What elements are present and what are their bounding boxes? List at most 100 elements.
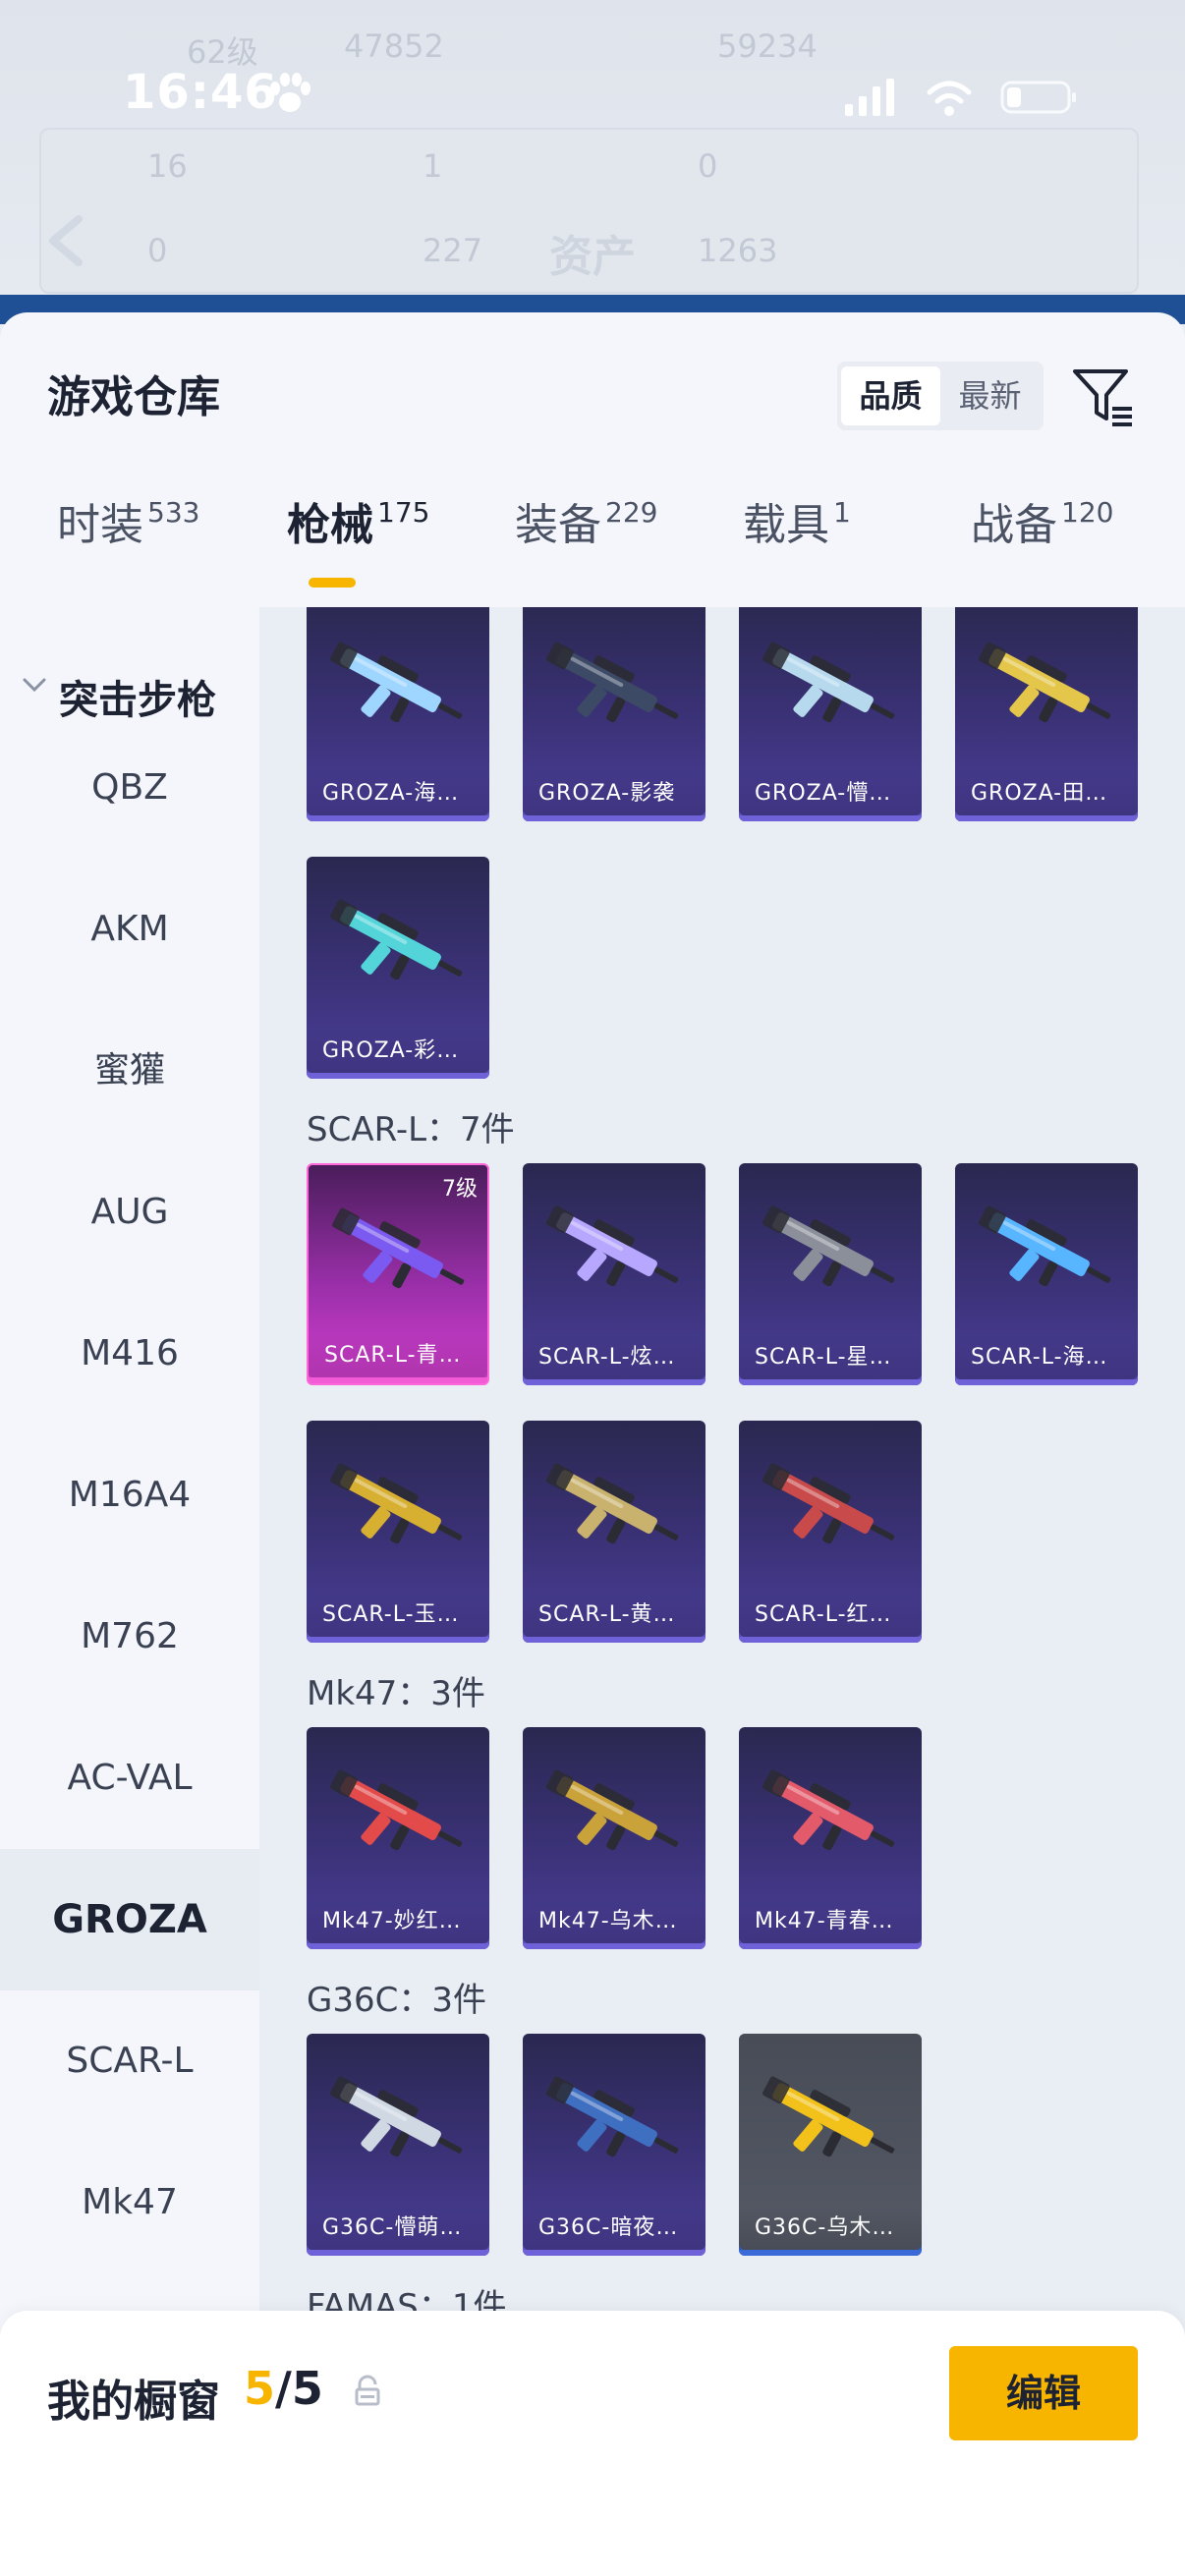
lock-icon (355, 2375, 380, 2406)
weapon-level-badge: 7级 (442, 1177, 478, 1202)
weapon-skin-card[interactable]: Mk47-乌木… (523, 1727, 705, 1949)
section-label: Mk47：3件 (307, 1674, 485, 1713)
weapon-skin-name: SCAR-L-海… (955, 1336, 1138, 1379)
weapon-skin-card[interactable]: SCAR-L-黄… (523, 1421, 705, 1643)
status-icons (845, 79, 1076, 116)
section-label: G36C：3件 (307, 1981, 486, 2020)
weapon-skin-name: SCAR-L-青… (309, 1334, 487, 1377)
weapon-grid: GROZA-海… GROZA-影袭 GROZA-懵… GROZA-田… GROZA-彩…… (259, 607, 1185, 2576)
section-label: SCAR-L：7件 (307, 1110, 515, 1149)
weapon-skin-card[interactable]: SCAR-L-海… (955, 1163, 1138, 1385)
rifle-icon (330, 1463, 463, 1544)
weapon-skin-card[interactable]: GROZA-田… (955, 607, 1138, 821)
sidebar-item[interactable]: 蜜獾 (0, 1000, 259, 1142)
tab-label: 装备 (515, 500, 601, 550)
weapon-skin-name: SCAR-L-星… (739, 1336, 922, 1379)
showcase-label: 我的橱窗 (47, 2377, 220, 2427)
bg-row1-c: 0 (698, 147, 718, 185)
tab-count: 1 (833, 496, 851, 529)
sidebar-item[interactable]: GROZA (0, 1849, 259, 1990)
showcase-bar: 我的橱窗 5/5 编辑 (0, 2311, 1185, 2576)
rifle-icon (546, 1769, 679, 1851)
sidebar-item[interactable]: M16A4 (0, 1425, 259, 1566)
showcase-separator: / (275, 2362, 292, 2415)
rifle-icon (330, 2076, 463, 2157)
tab-supplies[interactable]: 战备 120 (971, 489, 1113, 552)
weapon-skin-card[interactable]: Mk47-青春… (739, 1727, 922, 1949)
category-tabs: 时装 533 枪械 175 装备 229 载具 1 战备 120 (0, 489, 1185, 597)
rifle-icon (330, 899, 463, 980)
weapon-skin-card[interactable]: GROZA-海… (307, 607, 489, 821)
sidebar-item[interactable]: Mk47 (0, 2132, 259, 2273)
sidebar-item[interactable]: M762 (0, 1566, 259, 1708)
weapon-skin-name: GROZA-影袭 (523, 772, 705, 815)
weapon-skin-card[interactable]: G36C-懵萌… (307, 2034, 489, 2256)
tab-vehicles[interactable]: 载具 1 (743, 489, 851, 552)
weapon-skin-name: G36C-暗夜… (523, 2207, 705, 2250)
rifle-icon (546, 2076, 679, 2157)
tab-label: 枪械 (287, 500, 373, 550)
paw-icon (270, 73, 310, 112)
weapon-skin-card[interactable]: SCAR-L-玉… (307, 1421, 489, 1643)
wifi-icon (927, 81, 972, 116)
edit-button[interactable]: 编辑 (949, 2346, 1138, 2440)
tab-count: 533 (147, 496, 200, 529)
sort-quality-button[interactable]: 品质 (841, 366, 940, 425)
weapon-skin-card[interactable]: GROZA-影袭 (523, 607, 705, 821)
weapon-skin-card[interactable]: G36C-乌木… (739, 2034, 922, 2256)
sidebar-item[interactable]: AKM (0, 859, 259, 1000)
weapon-skin-card[interactable]: Mk47-妙红… (307, 1727, 489, 1949)
weapon-skin-card[interactable]: SCAR-L-青… 7级 (307, 1163, 489, 1385)
weapon-skin-name: GROZA-海… (307, 772, 489, 815)
bg-stat-b: 59234 (717, 28, 818, 65)
tab-label: 战备 (971, 500, 1057, 550)
tab-count: 120 (1061, 496, 1114, 529)
tab-fashion[interactable]: 时装 533 (57, 489, 199, 552)
weapon-type-sidebar: 突击步枪 QBZ AKM 蜜獾 AUG M416 M16A4 M762 AC-VAL GROZA… (0, 607, 259, 2576)
tab-equipment[interactable]: 装备 229 (515, 489, 657, 552)
rifle-icon (762, 1205, 895, 1287)
sidebar-item[interactable]: QBZ (0, 717, 259, 859)
rifle-icon (330, 1769, 463, 1851)
rifle-icon (762, 1463, 895, 1544)
back-arrow-icon[interactable] (39, 211, 98, 270)
weapon-skin-name: SCAR-L-炫… (523, 1336, 705, 1379)
signal-icon (845, 79, 894, 116)
weapon-skin-name: Mk47-青春… (739, 1900, 922, 1943)
rifle-icon (332, 1207, 465, 1289)
sort-toggle: 品质 最新 (837, 362, 1044, 430)
sidebar-item[interactable]: SCAR-L (0, 1990, 259, 2132)
tab-count: 175 (377, 496, 430, 529)
sidebar-item[interactable]: M416 (0, 1283, 259, 1425)
background-asset-page: 62级 47852 59234 16 1 0 0 227 1263 资产 (0, 0, 1185, 324)
weapon-skin-card[interactable]: GROZA-懵… (739, 607, 922, 821)
weapon-skin-name: G36C-乌木… (739, 2207, 922, 2250)
weapon-skin-name: SCAR-L-玉… (307, 1594, 489, 1637)
sidebar-item[interactable]: AUG (0, 1142, 259, 1283)
battery-icon (1000, 81, 1076, 114)
showcase-count: 5/5 (244, 2362, 323, 2415)
status-time: 16:46 (123, 65, 278, 120)
rifle-icon (979, 642, 1111, 723)
weapon-skin-name: GROZA-懵… (739, 772, 922, 815)
sidebar-item[interactable]: AC-VAL (0, 1708, 259, 1849)
weapon-skin-name: GROZA-田… (955, 772, 1138, 815)
bg-stat-a: 47852 (344, 28, 444, 65)
weapon-skin-name: SCAR-L-红… (739, 1594, 922, 1637)
warehouse-sheet: 游戏仓库 品质 最新 时装 533 枪械 175 装备 229 载具 1 战备 120 (0, 312, 1185, 2576)
weapon-skin-card[interactable]: GROZA-彩… (307, 857, 489, 1079)
rifle-icon (762, 1769, 895, 1851)
weapon-skin-card[interactable]: SCAR-L-星… (739, 1163, 922, 1385)
weapon-skin-card[interactable]: SCAR-L-炫… (523, 1163, 705, 1385)
filter-icon[interactable] (1069, 364, 1138, 432)
sheet-title: 游戏仓库 (47, 372, 220, 422)
tab-label: 时装 (57, 500, 143, 550)
active-tab-indicator (309, 578, 356, 588)
weapon-skin-card[interactable]: SCAR-L-红… (739, 1421, 922, 1643)
sort-newest-button[interactable]: 最新 (940, 366, 1040, 425)
tab-guns[interactable]: 枪械 175 (287, 489, 429, 552)
weapon-skin-name: Mk47-妙红… (307, 1900, 489, 1943)
bg-page-title: 资产 (549, 232, 636, 282)
weapon-skin-card[interactable]: G36C-暗夜… (523, 2034, 705, 2256)
weapon-skin-name: GROZA-彩… (307, 1030, 489, 1073)
